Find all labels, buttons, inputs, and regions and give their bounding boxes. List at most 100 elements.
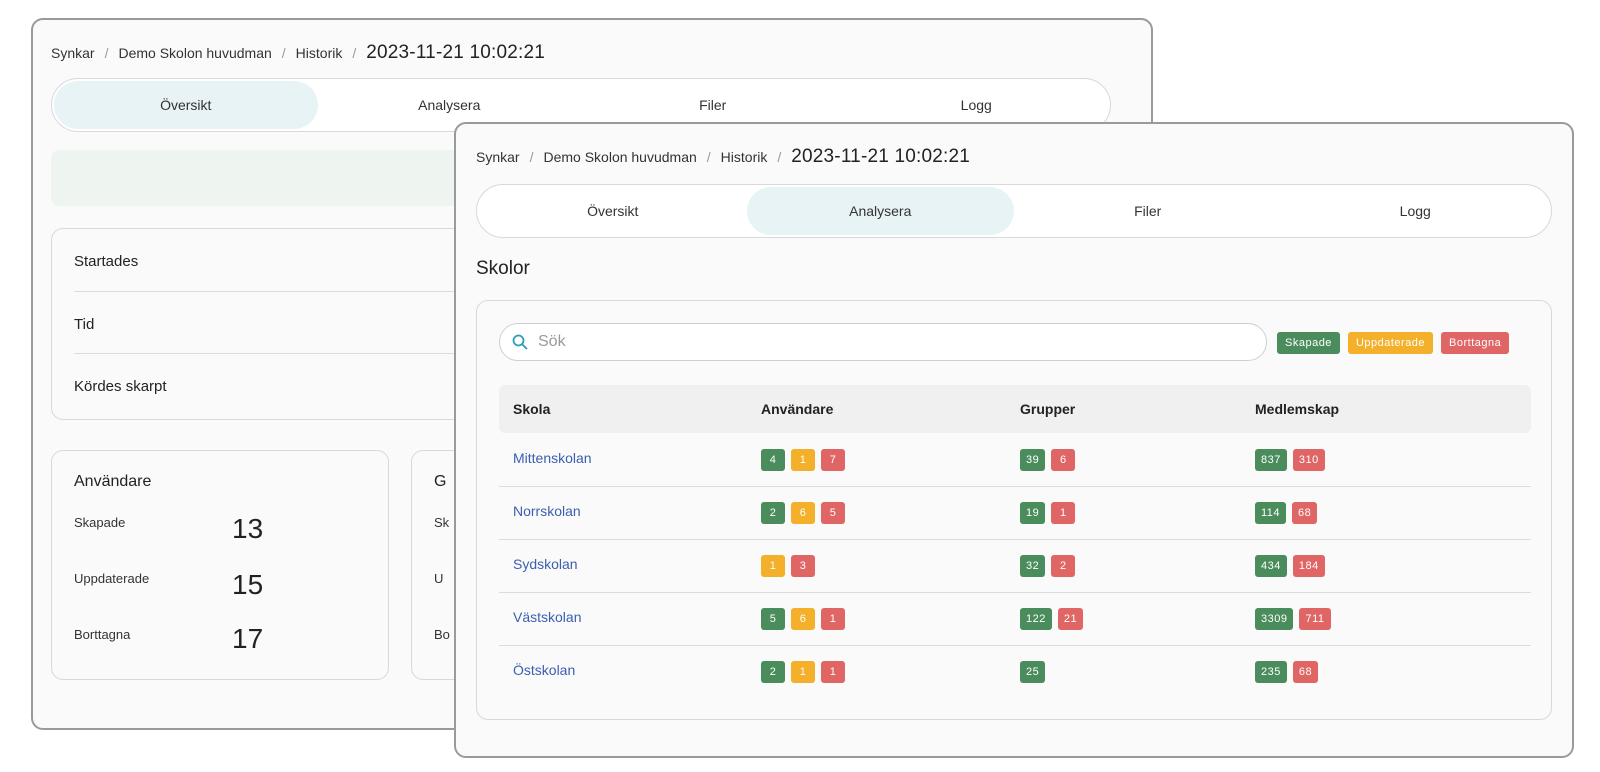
- groups-cell: 32 2: [1020, 555, 1081, 577]
- school-cell: Östskolan: [513, 662, 575, 678]
- groups-cell: 19 1: [1020, 502, 1081, 524]
- table-row: Sydskolan 1 3 32 2 434 184: [499, 539, 1531, 593]
- deleted-count-badge: 3: [791, 555, 815, 577]
- memberships-cell: 235 68: [1255, 661, 1324, 683]
- created-count: 13: [232, 513, 264, 544]
- tab-files[interactable]: Filer: [1014, 187, 1282, 235]
- deleted-count-badge: 68: [1292, 661, 1319, 683]
- breadcrumb-synkar[interactable]: Synkar: [51, 45, 95, 61]
- created-count-badge: 2: [761, 502, 785, 524]
- breadcrumb-separator: /: [352, 45, 357, 61]
- breadcrumb-separator: /: [529, 149, 534, 165]
- deleted-count-badge: 310: [1292, 449, 1325, 471]
- deleted-count-badge: 7: [821, 449, 845, 471]
- groups-updated-label: U: [434, 571, 444, 586]
- school-cell: Mittenskolan: [513, 450, 592, 466]
- updated-count: 15: [232, 569, 264, 600]
- deleted-count-badge: 6: [1051, 449, 1076, 471]
- tab-analyze[interactable]: Analysera: [746, 187, 1014, 235]
- school-cell: Norrskolan: [513, 503, 581, 519]
- memberships-cell: 434 184: [1255, 555, 1331, 577]
- school-link[interactable]: Norrskolan: [513, 503, 581, 519]
- school-link[interactable]: Mittenskolan: [513, 450, 592, 466]
- breadcrumb-separator: /: [281, 45, 286, 61]
- users-cell: 211: [761, 661, 851, 683]
- memberships-cell: 114 68: [1255, 502, 1323, 524]
- breadcrumb-synkar[interactable]: Synkar: [476, 149, 520, 165]
- created-count-badge: 122: [1020, 608, 1052, 630]
- deleted-count-badge: 711: [1299, 608, 1331, 630]
- breadcrumb-separator: /: [104, 45, 109, 61]
- breadcrumb-separator: /: [706, 149, 711, 165]
- created-count-badge: 837: [1255, 449, 1287, 471]
- created-count-badge: 114: [1255, 502, 1287, 524]
- created-count-badge: 4: [761, 449, 785, 471]
- breadcrumb: Synkar / Demo Skolon huvudman / Historik…: [476, 146, 970, 168]
- updated-count-badge: 1: [791, 661, 815, 683]
- created-label: Skapade: [74, 515, 126, 530]
- school-link[interactable]: Sydskolan: [513, 556, 578, 572]
- school-link[interactable]: Västskolan: [513, 609, 581, 625]
- page-title: 2023-11-21 10:02:21: [366, 42, 546, 63]
- school-link[interactable]: Östskolan: [513, 662, 575, 678]
- users-cell: 417: [761, 449, 851, 471]
- search-input[interactable]: [538, 333, 1238, 351]
- created-count-badge: 2: [761, 661, 785, 683]
- created-count-badge: 3309: [1255, 608, 1294, 630]
- groups-stats-title: G: [434, 473, 447, 490]
- page-title: 2023-11-21 10:02:21: [791, 146, 971, 167]
- breadcrumb-organization[interactable]: Demo Skolon huvudman: [118, 45, 271, 61]
- table-header: Skola Användare Grupper Medlemskap: [499, 385, 1531, 433]
- groups-cell: 122 21: [1020, 608, 1089, 630]
- column-groups[interactable]: Grupper: [1020, 401, 1075, 417]
- breadcrumb-history[interactable]: Historik: [296, 45, 343, 61]
- created-count-badge: 39: [1020, 449, 1046, 471]
- created-count-badge: 5: [761, 608, 785, 630]
- breadcrumb-separator: /: [777, 149, 782, 165]
- deleted-count-badge: 5: [821, 502, 845, 524]
- created-count-badge: 32: [1020, 555, 1046, 577]
- groups-created-label: Sk: [434, 515, 450, 530]
- users-cell: 561: [761, 608, 851, 630]
- legend: Skapade Uppdaterade Borttagna: [1277, 332, 1510, 354]
- groups-cell: 25: [1020, 661, 1051, 683]
- deleted-count-badge: 1: [821, 661, 845, 683]
- table-row: Norrskolan 2 6 5 19 1 114 68: [499, 486, 1531, 540]
- created-count-badge: 19: [1020, 502, 1046, 524]
- deleted-count-badge: 21: [1057, 608, 1084, 630]
- tab-overview[interactable]: Översikt: [479, 187, 747, 235]
- breadcrumb-history[interactable]: Historik: [721, 149, 768, 165]
- column-memberships[interactable]: Medlemskap: [1255, 401, 1339, 417]
- legend-updated-badge[interactable]: Uppdaterade: [1347, 332, 1434, 354]
- users-cell: 265: [761, 502, 851, 524]
- legend-deleted-badge[interactable]: Borttagna: [1441, 332, 1510, 354]
- school-cell: Västskolan: [513, 609, 581, 625]
- school-cell: Sydskolan: [513, 556, 578, 572]
- updated-count-badge: 6: [791, 502, 815, 524]
- table-row: Västskolan 5 6 1 122 21 3309 711: [499, 592, 1531, 646]
- column-school[interactable]: Skola: [513, 401, 550, 417]
- updated-label: Uppdaterade: [74, 571, 150, 586]
- deleted-count-badge: 2: [1051, 555, 1076, 577]
- schools-card: Skapade Uppdaterade Borttagna Skola Anvä…: [476, 300, 1552, 720]
- table-row: Mittenskolan 4 1 7 39 6 837 310: [499, 433, 1531, 487]
- users-stats-title: Användare: [74, 473, 152, 490]
- deleted-label: Borttagna: [74, 627, 131, 642]
- groups-deleted-label: Bo: [434, 627, 450, 642]
- memberships-cell: 3309 711: [1255, 608, 1337, 630]
- created-count-badge: 25: [1020, 661, 1046, 683]
- tab-overview[interactable]: Översikt: [54, 81, 318, 129]
- created-count-badge: 235: [1255, 661, 1287, 683]
- legend-created-badge[interactable]: Skapade: [1277, 332, 1340, 354]
- search-box[interactable]: [499, 323, 1267, 361]
- breadcrumb-organization[interactable]: Demo Skolon huvudman: [543, 149, 696, 165]
- tab-log[interactable]: Logg: [1282, 187, 1550, 235]
- deleted-count-badge: 1: [821, 608, 845, 630]
- deleted-count-badge: 68: [1292, 502, 1318, 524]
- users-cell: 13: [761, 555, 821, 577]
- users-stats-card: Användare Skapade 13 Uppdaterade 15 Bort…: [51, 450, 389, 680]
- breadcrumb: Synkar / Demo Skolon huvudman / Historik…: [51, 42, 545, 64]
- deleted-count-badge: 1: [1051, 502, 1076, 524]
- memberships-cell: 837 310: [1255, 449, 1331, 471]
- column-users[interactable]: Användare: [761, 401, 833, 417]
